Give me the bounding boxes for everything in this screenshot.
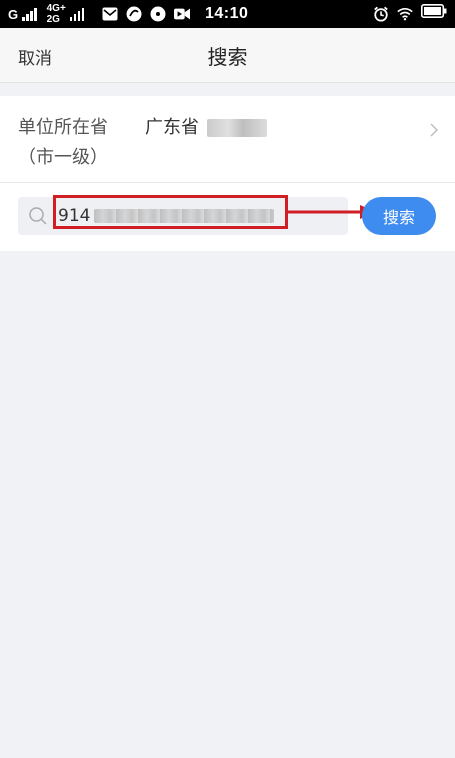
video-app-icon: [174, 6, 191, 22]
alarm-icon: [373, 6, 389, 22]
compass-app-icon: [150, 6, 166, 22]
province-name: 广东省: [145, 117, 199, 138]
search-button[interactable]: 搜索: [362, 197, 436, 235]
wifi-icon: [397, 6, 413, 22]
network-type-stack: 4G+ 2G: [47, 3, 66, 25]
chevron-right-icon: [430, 123, 438, 137]
network-type-label: 2G: [46, 14, 60, 25]
navigation-bar: 取消 搜索: [0, 28, 455, 83]
province-selector-row[interactable]: 单位所在省（市一级） 广东省: [0, 96, 455, 183]
signal-strength-icon: [22, 7, 37, 21]
signal-strength-icon: [69, 7, 85, 21]
redacted-city: [207, 119, 267, 137]
page-title: 搜索: [207, 45, 248, 69]
battery-icon: [421, 4, 447, 23]
network-type-label: 4G+: [46, 3, 66, 14]
province-value: 广东省: [145, 113, 267, 143]
status-left: G 4G+ 2G: [8, 3, 191, 25]
annotation-highlight-box: [53, 195, 288, 229]
mail-icon: [102, 6, 118, 22]
chat-app-icon: [126, 6, 142, 22]
status-bar: G 4G+ 2G 14:10: [0, 0, 455, 28]
province-label: 单位所在省（市一级）: [18, 117, 108, 168]
search-icon: [29, 207, 47, 225]
status-time: 14:10: [205, 5, 249, 22]
notification-icons: [102, 6, 191, 22]
carrier-label: G: [8, 6, 19, 22]
status-right: [373, 4, 447, 23]
